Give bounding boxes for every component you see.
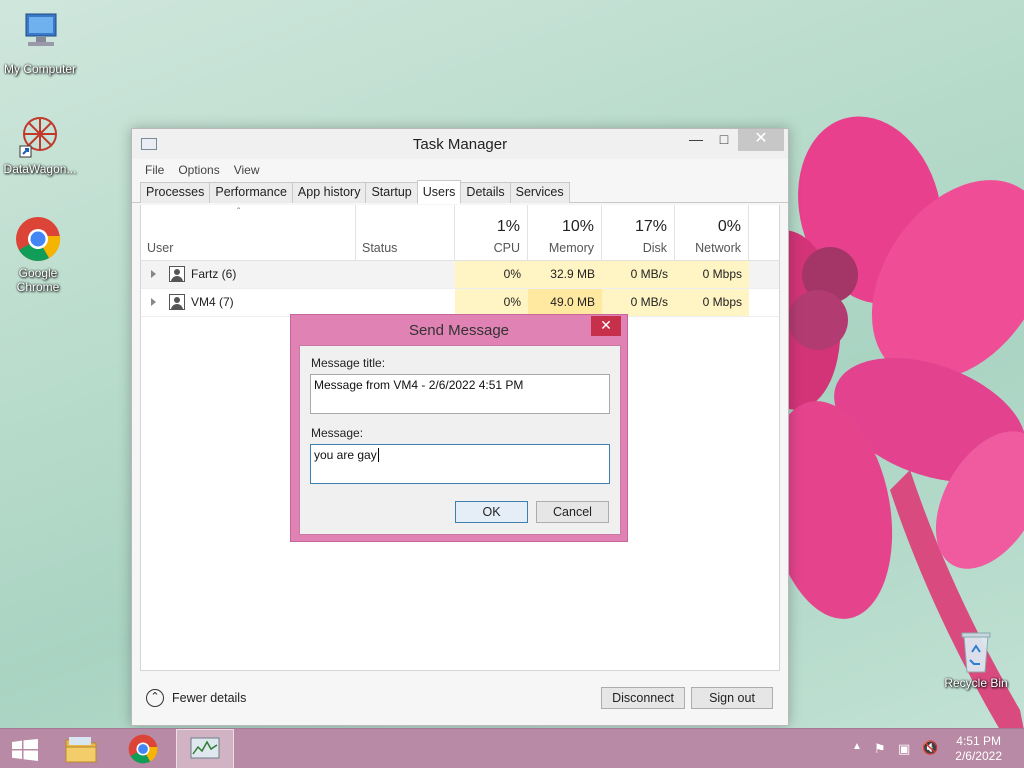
close-button[interactable]: ✕ bbox=[738, 129, 784, 151]
tab-details[interactable]: Details bbox=[460, 182, 511, 203]
column-header-disk[interactable]: 17% Disk bbox=[602, 205, 675, 261]
message-input[interactable]: you are gay bbox=[310, 444, 610, 484]
chrome-taskbar-button[interactable] bbox=[114, 729, 172, 768]
tab-startup[interactable]: Startup bbox=[365, 182, 418, 203]
system-tray: ▲ ⚑ ▣ 🔇 bbox=[850, 729, 950, 768]
desktop-icon-my-computer[interactable]: My Computer bbox=[0, 12, 80, 76]
menu-file[interactable]: File bbox=[140, 163, 169, 177]
dialog-title-bar[interactable]: Send Message ✕ bbox=[291, 315, 627, 345]
title-bar[interactable]: Task Manager — □ ✕ bbox=[132, 129, 788, 159]
memory-value: 49.0 MB bbox=[528, 289, 602, 316]
message-label: Message: bbox=[311, 426, 364, 440]
chrome-icon bbox=[128, 734, 158, 764]
task-manager-taskbar-button[interactable] bbox=[176, 729, 234, 768]
tab-app-history[interactable]: App history bbox=[291, 182, 367, 203]
menu-options[interactable]: Options bbox=[173, 163, 224, 177]
column-header-network[interactable]: 0% Network bbox=[675, 205, 749, 261]
maximize-button[interactable]: □ bbox=[710, 129, 738, 151]
sign-out-button[interactable]: Sign out bbox=[691, 687, 773, 709]
column-name: Status bbox=[362, 241, 398, 255]
folder-icon bbox=[65, 737, 97, 763]
desktop-icon-label: My Computer bbox=[3, 62, 77, 76]
column-name: User bbox=[147, 241, 174, 255]
column-name: CPU bbox=[493, 241, 520, 255]
computer-icon bbox=[16, 12, 64, 60]
footer: ⌃ Fewer details Disconnect Sign out bbox=[132, 669, 788, 725]
start-button[interactable] bbox=[0, 729, 50, 768]
recycle-bin-icon bbox=[952, 630, 1000, 674]
user-avatar-icon bbox=[169, 294, 185, 310]
tab-services[interactable]: Services bbox=[509, 182, 570, 203]
task-manager-icon bbox=[190, 737, 220, 759]
network-total: 0% bbox=[717, 218, 741, 235]
column-name: Memory bbox=[548, 241, 594, 255]
tab-processes[interactable]: Processes bbox=[140, 182, 211, 203]
column-header-cpu[interactable]: 1% CPU bbox=[455, 205, 528, 261]
column-name: Disk bbox=[642, 241, 667, 255]
fewer-details-link[interactable]: Fewer details bbox=[172, 691, 246, 705]
chevron-up-icon[interactable]: ⌃ bbox=[146, 689, 164, 707]
column-header-memory[interactable]: 10% Memory bbox=[528, 205, 602, 261]
desktop-icon-recycle-bin[interactable]: Recycle Bin bbox=[936, 630, 1016, 690]
disk-value: 0 MB/s bbox=[602, 261, 675, 288]
windows-logo-icon bbox=[12, 739, 38, 761]
user-name: Fartz (6) bbox=[191, 267, 237, 281]
desktop-icon-label: DataWagon... bbox=[3, 162, 77, 176]
ok-button[interactable]: OK bbox=[455, 501, 528, 523]
user-name: VM4 (7) bbox=[191, 295, 234, 309]
disconnect-button[interactable]: Disconnect bbox=[601, 687, 685, 709]
chrome-icon bbox=[14, 216, 62, 264]
table-row[interactable]: Fartz (6) 0% 32.9 MB 0 MB/s 0 Mbps bbox=[141, 261, 779, 289]
desktop-icon-datawagon[interactable]: DataWagon... bbox=[0, 112, 80, 176]
file-explorer-button[interactable] bbox=[52, 729, 110, 768]
expand-arrow-icon[interactable] bbox=[151, 270, 156, 278]
menu-bar: File Options View bbox=[132, 159, 788, 181]
message-text: you are gay bbox=[314, 448, 377, 462]
network-icon[interactable]: ▣ bbox=[898, 741, 910, 757]
disk-total: 17% bbox=[634, 218, 667, 235]
show-hidden-icons-chevron-icon[interactable]: ▲ bbox=[852, 741, 862, 752]
message-title-label: Message title: bbox=[311, 356, 386, 370]
volume-muted-icon[interactable]: 🔇 bbox=[922, 740, 938, 756]
message-title-input[interactable]: Message from VM4 - 2/6/2022 4:51 PM bbox=[310, 374, 610, 414]
memory-value: 32.9 MB bbox=[528, 261, 602, 288]
column-name: Network bbox=[695, 241, 741, 255]
tab-users[interactable]: Users bbox=[416, 180, 462, 204]
column-header-user[interactable]: ˆ User bbox=[141, 205, 356, 261]
taskbar: ▲ ⚑ ▣ 🔇 4:51 PM 2/6/2022 bbox=[0, 728, 1024, 768]
action-center-flag-icon[interactable]: ⚑ bbox=[874, 741, 886, 757]
text-cursor bbox=[377, 448, 379, 462]
expand-arrow-icon[interactable] bbox=[151, 298, 156, 306]
column-header-status[interactable]: Status bbox=[356, 205, 455, 261]
table-row[interactable]: VM4 (7) 0% 49.0 MB 0 MB/s 0 Mbps bbox=[141, 289, 779, 317]
dialog-body: Message title: Message from VM4 - 2/6/20… bbox=[299, 345, 621, 535]
desktop-icon-label: Google Chrome bbox=[16, 266, 60, 294]
cpu-total: 1% bbox=[496, 218, 520, 235]
tab-performance[interactable]: Performance bbox=[209, 182, 293, 203]
send-message-dialog: Send Message ✕ Message title: Message fr… bbox=[290, 314, 628, 542]
disk-value: 0 MB/s bbox=[602, 289, 675, 316]
cpu-value: 0% bbox=[455, 289, 528, 316]
memory-total: 10% bbox=[561, 218, 594, 235]
clock-date: 2/6/2022 bbox=[955, 749, 1002, 763]
cancel-button[interactable]: Cancel bbox=[536, 501, 609, 523]
desktop-icon-label: Recycle Bin bbox=[944, 676, 1008, 690]
dialog-title: Send Message bbox=[408, 322, 510, 339]
tab-strip: Processes Performance App history Startu… bbox=[132, 180, 788, 204]
user-avatar-icon bbox=[169, 266, 185, 282]
network-value: 0 Mbps bbox=[675, 289, 749, 316]
clock-time: 4:51 PM bbox=[956, 734, 1001, 748]
minimize-button[interactable]: — bbox=[682, 129, 710, 151]
desktop-icon-google-chrome[interactable]: Google Chrome bbox=[0, 216, 78, 294]
network-value: 0 Mbps bbox=[675, 261, 749, 288]
cpu-value: 0% bbox=[455, 261, 528, 288]
dialog-close-button[interactable]: ✕ bbox=[591, 316, 621, 336]
taskbar-clock[interactable]: 4:51 PM 2/6/2022 bbox=[955, 734, 1002, 764]
table-header: ˆ User Status 1% CPU 10% Memory 17% Disk… bbox=[141, 205, 779, 261]
sort-arrow-icon: ˆ bbox=[237, 207, 241, 218]
datawagon-icon bbox=[16, 112, 64, 160]
menu-view[interactable]: View bbox=[229, 163, 265, 177]
